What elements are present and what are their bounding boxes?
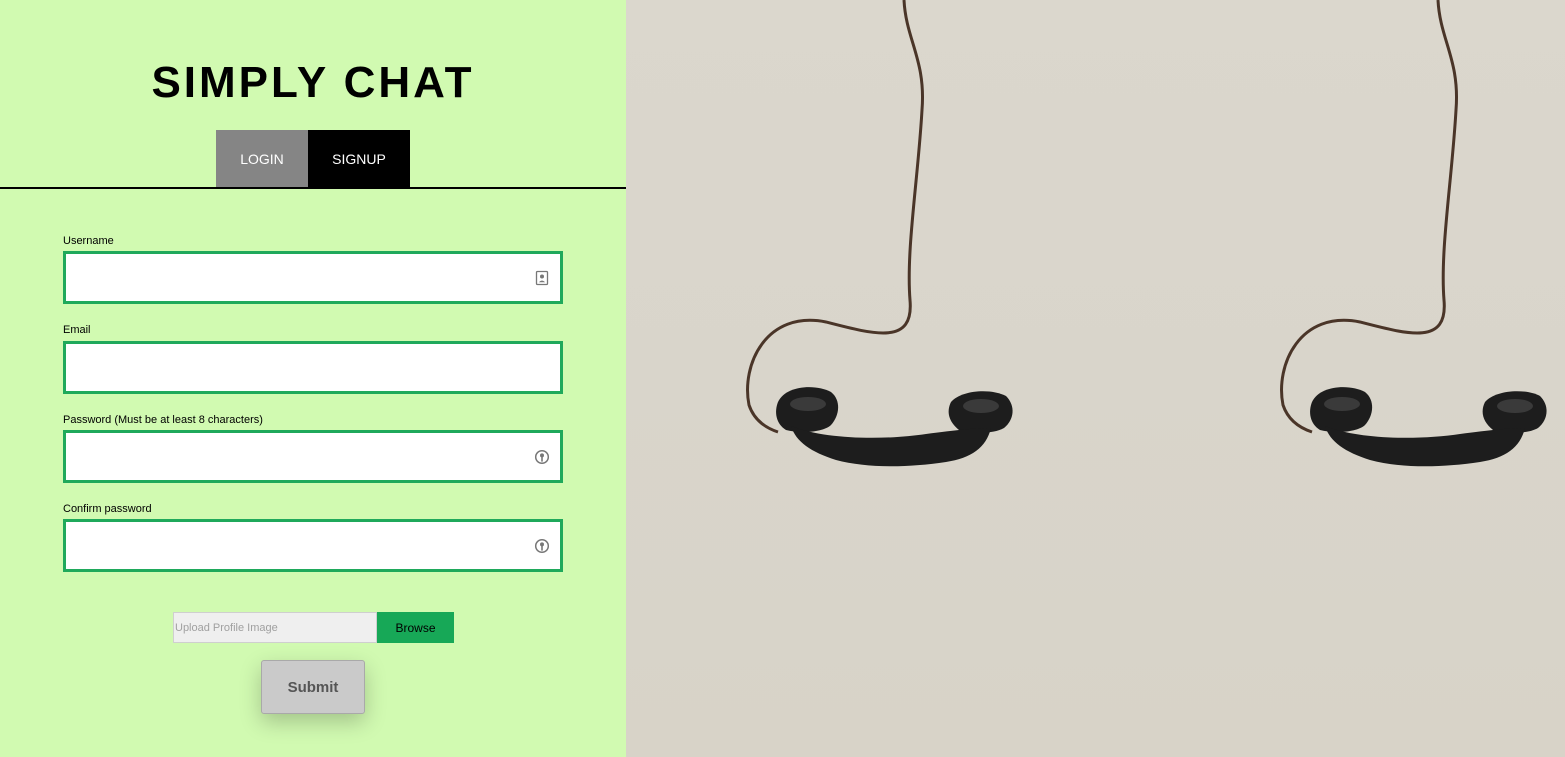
password-input[interactable] bbox=[66, 433, 560, 480]
key-icon bbox=[534, 538, 550, 553]
email-input[interactable] bbox=[66, 344, 560, 391]
confirm-password-input[interactable] bbox=[66, 522, 560, 569]
password-label: Password (Must be at least 8 characters) bbox=[63, 414, 263, 426]
auth-tabs: LOGIN SIGNUP bbox=[216, 130, 410, 188]
signup-page: SIMPLY CHAT LOGIN SIGNUP Username Email … bbox=[0, 0, 1565, 757]
submit-button[interactable]: Submit bbox=[261, 660, 365, 714]
username-input[interactable] bbox=[66, 254, 560, 301]
upload-profile-image-field[interactable]: Upload Profile Image bbox=[173, 612, 377, 643]
signup-panel: SIMPLY CHAT LOGIN SIGNUP Username Email … bbox=[0, 0, 626, 757]
confirm-password-field-box bbox=[63, 519, 563, 572]
email-field-box bbox=[63, 341, 563, 394]
key-icon bbox=[534, 449, 550, 464]
tab-login[interactable]: LOGIN bbox=[216, 130, 308, 188]
hero-image bbox=[626, 0, 1565, 757]
browse-button[interactable]: Browse bbox=[377, 612, 454, 643]
tab-signup[interactable]: SIGNUP bbox=[308, 130, 410, 188]
contact-card-icon bbox=[535, 270, 549, 285]
app-title: SIMPLY CHAT bbox=[151, 58, 475, 107]
tab-divider bbox=[0, 187, 626, 189]
password-field-box bbox=[63, 430, 563, 483]
profile-image-upload: Upload Profile Image Browse bbox=[173, 612, 454, 643]
confirm-password-label: Confirm password bbox=[63, 503, 152, 515]
telephone-handset-icon bbox=[1160, 0, 1565, 757]
telephone-handset-icon bbox=[626, 0, 1160, 757]
username-field-box bbox=[63, 251, 563, 304]
username-label: Username bbox=[63, 235, 114, 247]
email-label: Email bbox=[63, 324, 91, 336]
